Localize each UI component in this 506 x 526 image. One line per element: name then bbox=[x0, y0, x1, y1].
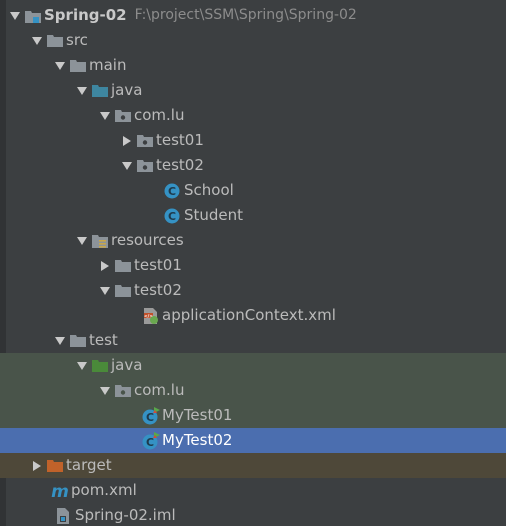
expanded-arrow-icon[interactable] bbox=[73, 228, 91, 253]
expanded-arrow-icon[interactable] bbox=[118, 153, 136, 178]
tree-item-label: resources bbox=[111, 231, 184, 249]
class-icon: C bbox=[164, 203, 184, 228]
tree-row-mytest02-selected[interactable]: C MyTest02 bbox=[0, 428, 506, 453]
svg-text:m: m bbox=[51, 482, 69, 500]
tree-item-label: applicationContext.xml bbox=[162, 306, 336, 324]
tree-item-label: MyTest01 bbox=[162, 406, 233, 424]
tree-item-label: School bbox=[184, 181, 234, 199]
tree-row-main[interactable]: main bbox=[0, 53, 506, 78]
maven-icon: m bbox=[51, 478, 71, 503]
tree-row-test-package[interactable]: com.lu bbox=[0, 378, 506, 403]
tree-item-label: MyTest02 bbox=[162, 431, 233, 449]
tree-row-src[interactable]: src bbox=[0, 28, 506, 53]
tree-row-application-context[interactable]: </> applicationContext.xml bbox=[0, 303, 506, 328]
package-icon bbox=[114, 378, 134, 403]
tree-item-label: Spring-02.iml bbox=[75, 506, 176, 524]
collapsed-arrow-icon[interactable] bbox=[28, 453, 46, 478]
iml-file-icon bbox=[55, 503, 75, 526]
tree-row-test[interactable]: test bbox=[0, 328, 506, 353]
svg-text:C: C bbox=[168, 185, 176, 198]
tree-row-pom[interactable]: m pom.xml bbox=[0, 478, 506, 503]
expanded-arrow-icon[interactable] bbox=[6, 3, 24, 28]
tree-item-label: com.lu bbox=[134, 381, 185, 399]
spring-xml-icon: </> bbox=[142, 303, 162, 328]
tree-item-label: test bbox=[89, 331, 118, 349]
tree-row-resources-test01[interactable]: test01 bbox=[0, 253, 506, 278]
module-path: F:\project\SSM\Spring\Spring-02 bbox=[134, 7, 357, 23]
tree-row-test01-package[interactable]: test01 bbox=[0, 128, 506, 153]
resources-root-icon bbox=[91, 228, 111, 253]
tree-row-main-package[interactable]: com.lu bbox=[0, 103, 506, 128]
class-icon: C bbox=[164, 178, 184, 203]
tree-item-label: test01 bbox=[134, 256, 182, 274]
tree-row-school-class[interactable]: C School bbox=[0, 178, 506, 203]
svg-text:C: C bbox=[168, 210, 176, 223]
folder-icon bbox=[46, 28, 66, 53]
tree-item-label: Student bbox=[184, 206, 244, 224]
tree-row-module-root[interactable]: Spring-02 F:\project\SSM\Spring\Spring-0… bbox=[0, 3, 506, 28]
tree-item-label: src bbox=[66, 31, 88, 49]
collapsed-arrow-icon[interactable] bbox=[96, 253, 114, 278]
collapsed-arrow-icon[interactable] bbox=[118, 128, 136, 153]
folder-icon bbox=[69, 53, 89, 78]
tree-item-label: java bbox=[111, 81, 143, 99]
tree-row-iml[interactable]: Spring-02.iml bbox=[0, 503, 506, 526]
tree-row-resources-test02[interactable]: test02 bbox=[0, 278, 506, 303]
tree-row-mytest01[interactable]: C MyTest01 bbox=[0, 403, 506, 428]
expanded-arrow-icon[interactable] bbox=[96, 103, 114, 128]
test-root-folder-icon bbox=[91, 353, 111, 378]
svg-text:C: C bbox=[146, 411, 154, 424]
folder-icon bbox=[114, 253, 134, 278]
test-class-icon: C bbox=[142, 403, 162, 428]
tree-row-main-java[interactable]: java bbox=[0, 78, 506, 103]
tree-row-test-java[interactable]: java bbox=[0, 353, 506, 378]
tree-item-label: test02 bbox=[134, 281, 182, 299]
tree-item-label: test02 bbox=[156, 156, 204, 174]
tree-item-label: target bbox=[66, 456, 112, 474]
expanded-arrow-icon[interactable] bbox=[73, 78, 91, 103]
package-icon bbox=[136, 153, 156, 178]
source-root-folder-icon bbox=[91, 78, 111, 103]
tree-row-resources[interactable]: resources bbox=[0, 228, 506, 253]
tree-row-target[interactable]: target bbox=[0, 453, 506, 478]
tree-item-label: com.lu bbox=[134, 106, 185, 124]
module-name: Spring-02 bbox=[44, 6, 127, 24]
module-folder-icon bbox=[24, 3, 44, 28]
expanded-arrow-icon[interactable] bbox=[28, 28, 46, 53]
tree-item-label: main bbox=[89, 56, 127, 74]
folder-icon bbox=[69, 328, 89, 353]
expanded-arrow-icon[interactable] bbox=[96, 378, 114, 403]
expanded-arrow-icon[interactable] bbox=[96, 278, 114, 303]
excluded-folder-icon bbox=[46, 453, 66, 478]
tree-row-student-class[interactable]: C Student bbox=[0, 203, 506, 228]
test-class-icon: C bbox=[142, 428, 162, 453]
tree-item-label: test01 bbox=[156, 131, 204, 149]
expanded-arrow-icon[interactable] bbox=[51, 53, 69, 78]
tree-row-test02-package[interactable]: test02 bbox=[0, 153, 506, 178]
folder-icon bbox=[114, 278, 134, 303]
svg-text:C: C bbox=[146, 436, 154, 449]
package-icon bbox=[114, 103, 134, 128]
project-tree: Spring-02 F:\project\SSM\Spring\Spring-0… bbox=[0, 0, 506, 526]
tree-item-label: pom.xml bbox=[71, 481, 137, 499]
expanded-arrow-icon[interactable] bbox=[51, 328, 69, 353]
tree-item-label: java bbox=[111, 356, 143, 374]
expanded-arrow-icon[interactable] bbox=[73, 353, 91, 378]
package-icon bbox=[136, 128, 156, 153]
